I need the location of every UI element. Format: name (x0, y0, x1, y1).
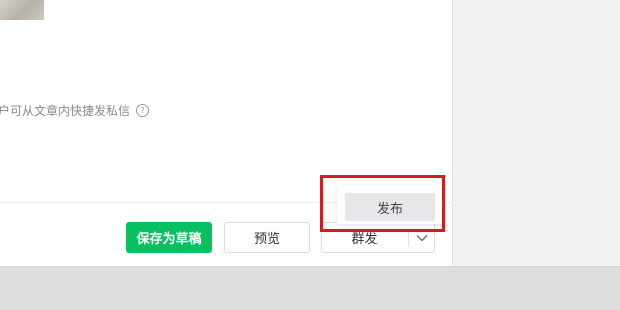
save-draft-label: 保存为草稿 (136, 232, 202, 247)
preview-button[interactable]: 预览 (224, 222, 310, 253)
cover-thumbnail[interactable] (0, 0, 44, 20)
question-circle-icon[interactable]: ? (136, 104, 150, 117)
private-message-hint: 户可从文章内快捷发私信 ? (0, 102, 150, 119)
save-draft-button[interactable]: 保存为草稿 (126, 222, 212, 253)
right-side-panel (452, 0, 620, 266)
hint-text: 户可从文章内快捷发私信 (0, 104, 131, 118)
bottom-strip (0, 266, 620, 310)
preview-label: 预览 (253, 232, 280, 247)
help-glyph: ? (140, 105, 145, 115)
highlight-annotation-box (320, 175, 445, 232)
